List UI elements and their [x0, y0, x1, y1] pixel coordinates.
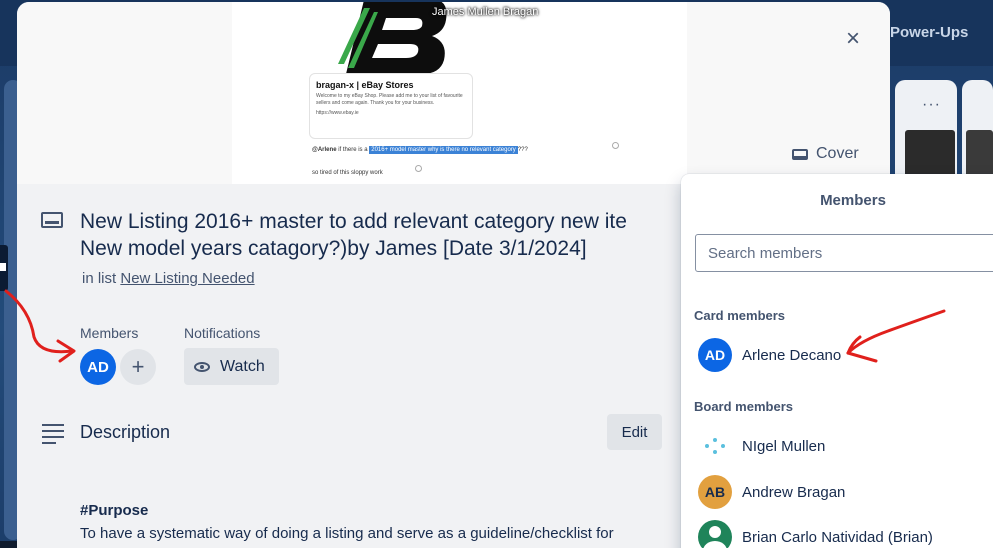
card-thumbnail-2[interactable] — [966, 130, 993, 180]
member-avatar — [698, 429, 732, 463]
edit-description-button[interactable]: Edit — [607, 414, 662, 450]
store-info-box: bragan-x | eBay Stores Welcome to my eBa… — [309, 73, 473, 139]
annotation-arrow-right — [846, 309, 946, 363]
popover-title: Members — [820, 192, 886, 209]
purpose-text: To have a systematic way of doing a list… — [80, 525, 614, 542]
in-list-prefix: in list — [82, 270, 117, 287]
cover-button[interactable]: Cover — [792, 140, 859, 168]
annotation-arrow-left — [4, 289, 76, 363]
card-icon — [41, 212, 63, 228]
member-avatar[interactable]: AD — [80, 349, 116, 385]
card-title[interactable]: New Listing 2016+ master to add relevant… — [80, 208, 700, 262]
comment-pre: if there is a — [338, 147, 368, 153]
board-members-heading: Board members — [694, 399, 793, 414]
cover-button-label: Cover — [816, 145, 859, 162]
board-member-item[interactable]: AB Andrew Bragan — [698, 474, 993, 510]
member-name: Arlene Decano — [742, 346, 842, 364]
cover-icon — [792, 148, 808, 160]
powerups-button[interactable]: Power-Ups — [890, 24, 968, 41]
screen-share-label: James Mullen Bragan — [432, 6, 539, 18]
description-icon — [42, 424, 64, 448]
member-name: NIgel Mullen — [742, 437, 826, 455]
purpose-heading: #Purpose — [80, 502, 149, 519]
comment-mention: @Arlene — [312, 147, 337, 153]
store-url: https://www.ebay.ie — [316, 110, 359, 116]
card-title-line-2: New model years catagory?)by James [Date… — [80, 237, 587, 260]
member-name: Brian Carlo Natividad (Brian) — [742, 528, 933, 546]
cover-comment: @Arlene if there is a 2016+ model master… — [312, 146, 612, 154]
reaction-icon — [612, 142, 619, 149]
card-cover: bragan-x | eBay Stores Welcome to my eBa… — [17, 2, 890, 184]
store-description: Welcome to my eBay Shop. Please add me t… — [316, 93, 463, 106]
board-member-item[interactable]: NIgel Mullen — [698, 428, 993, 464]
member-avatar: AB — [698, 475, 732, 509]
add-member-button[interactable]: + — [120, 349, 156, 385]
close-icon[interactable]: × — [837, 24, 869, 56]
list-menu-icon[interactable]: ··· — [922, 96, 941, 114]
member-name: Andrew Bragan — [742, 483, 846, 501]
in-list-text: in list New Listing Needed — [82, 270, 255, 287]
watch-label: Watch — [220, 357, 265, 375]
notifications-label: Notifications — [184, 325, 261, 341]
list-link[interactable]: New Listing Needed — [120, 270, 254, 287]
card-title-line-1: New Listing 2016+ master to add relevant… — [80, 210, 627, 233]
reaction-icon-2 — [415, 165, 422, 172]
description-heading: Description — [80, 422, 171, 442]
watch-button[interactable]: Watch — [184, 348, 279, 385]
comment-post: ??? — [517, 147, 528, 153]
card-members-heading: Card members — [694, 308, 786, 323]
member-avatar: AD — [698, 338, 732, 372]
store-title: bragan-x | eBay Stores — [316, 80, 414, 90]
eye-icon — [194, 361, 210, 372]
tab-marker-icon — [0, 263, 6, 271]
cover-image: bragan-x | eBay Stores Welcome to my eBa… — [232, 2, 687, 184]
card-thumbnail[interactable] — [905, 130, 955, 180]
search-members-input[interactable] — [695, 234, 993, 272]
comment-highlight: 2016+ model master why is there no relev… — [369, 146, 518, 154]
cover-comment-2: so tired of this sloppy work — [312, 170, 383, 176]
board-member-item[interactable]: Brian Carlo Natividad (Brian) — [698, 519, 993, 548]
members-label: Members — [80, 325, 139, 341]
member-avatar — [698, 520, 732, 548]
